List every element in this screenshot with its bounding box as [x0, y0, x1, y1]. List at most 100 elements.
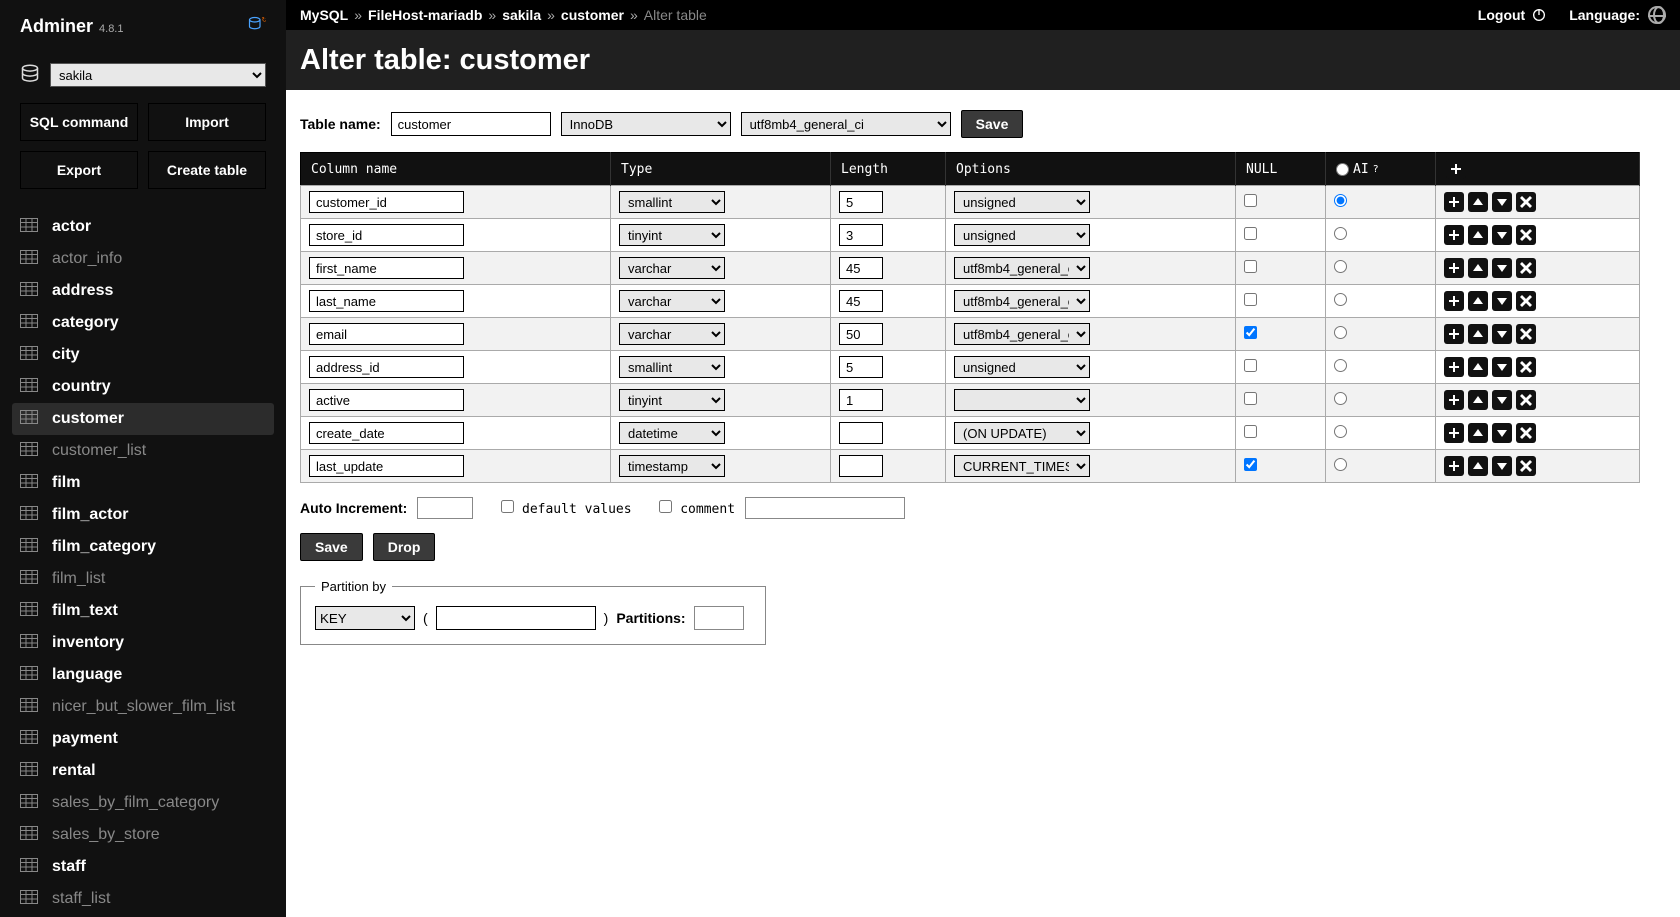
sidebar-table-item[interactable]: customer: [12, 403, 274, 435]
column-type-select[interactable]: tinyint: [619, 389, 725, 411]
sidebar-table-item[interactable]: film: [20, 467, 266, 499]
column-null-checkbox[interactable]: [1244, 260, 1257, 273]
column-null-checkbox[interactable]: [1244, 392, 1257, 405]
row-down-icon[interactable]: [1492, 357, 1512, 377]
column-ai-radio[interactable]: [1334, 227, 1347, 240]
column-null-checkbox[interactable]: [1244, 458, 1257, 471]
import-button[interactable]: Import: [148, 103, 266, 141]
column-options-select[interactable]: (ON UPDATE): [954, 422, 1090, 444]
sidebar-table-item[interactable]: category: [20, 307, 266, 339]
column-type-select[interactable]: varchar: [619, 323, 725, 345]
column-options-select[interactable]: unsigned: [954, 224, 1090, 246]
column-options-select[interactable]: CURRENT_TIMESTAMP: [954, 455, 1090, 477]
row-down-icon[interactable]: [1492, 225, 1512, 245]
column-length-input[interactable]: [839, 422, 883, 444]
row-up-icon[interactable]: [1468, 291, 1488, 311]
row-remove-icon[interactable]: [1516, 225, 1536, 245]
row-add-icon[interactable]: [1444, 192, 1464, 212]
row-up-icon[interactable]: [1468, 423, 1488, 443]
sidebar-table-item[interactable]: address: [20, 275, 266, 307]
column-length-input[interactable]: [839, 389, 883, 411]
row-remove-icon[interactable]: [1516, 192, 1536, 212]
column-options-select[interactable]: [954, 389, 1090, 411]
save-button-bottom[interactable]: Save: [300, 533, 363, 561]
sidebar-table-item[interactable]: nicer_but_slower_film_list: [20, 691, 266, 723]
row-remove-icon[interactable]: [1516, 423, 1536, 443]
partition-type-select[interactable]: KEY: [315, 606, 415, 630]
partitions-count-input[interactable]: [694, 606, 744, 630]
column-name-input[interactable]: [309, 422, 464, 444]
db-sync-icon[interactable]: ↻?: [248, 16, 266, 37]
column-type-select[interactable]: datetime: [619, 422, 725, 444]
create-table-button[interactable]: Create table: [148, 151, 266, 189]
column-ai-radio[interactable]: [1334, 458, 1347, 471]
breadcrumb-item[interactable]: customer: [561, 7, 624, 23]
column-name-input[interactable]: [309, 323, 464, 345]
row-up-icon[interactable]: [1468, 225, 1488, 245]
column-name-input[interactable]: [309, 191, 464, 213]
row-up-icon[interactable]: [1468, 258, 1488, 278]
column-length-input[interactable]: [839, 224, 883, 246]
column-name-input[interactable]: [309, 455, 464, 477]
row-add-icon[interactable]: [1444, 258, 1464, 278]
engine-select[interactable]: InnoDB: [561, 112, 731, 136]
column-null-checkbox[interactable]: [1244, 425, 1257, 438]
breadcrumb-item[interactable]: FileHost-mariadb: [368, 7, 482, 23]
column-options-select[interactable]: unsigned: [954, 356, 1090, 378]
row-add-icon[interactable]: [1444, 357, 1464, 377]
breadcrumb-item[interactable]: MySQL: [300, 7, 348, 23]
sidebar-table-item[interactable]: sales_by_store: [20, 819, 266, 851]
sidebar-table-item[interactable]: staff_list: [20, 883, 266, 915]
row-up-icon[interactable]: [1468, 324, 1488, 344]
partition-expr-input[interactable]: [436, 606, 596, 630]
sidebar-table-item[interactable]: staff: [20, 851, 266, 883]
sidebar-table-item[interactable]: film_category: [20, 531, 266, 563]
sidebar-table-item[interactable]: rental: [20, 755, 266, 787]
row-remove-icon[interactable]: [1516, 456, 1536, 476]
breadcrumb-item[interactable]: sakila: [502, 7, 541, 23]
column-ai-radio[interactable]: [1334, 326, 1347, 339]
row-down-icon[interactable]: [1492, 258, 1512, 278]
logout-link[interactable]: Logout: [1478, 7, 1547, 23]
sidebar-table-item[interactable]: city: [20, 339, 266, 371]
export-button[interactable]: Export: [20, 151, 138, 189]
save-button-top[interactable]: Save: [961, 110, 1024, 138]
row-add-icon[interactable]: [1444, 225, 1464, 245]
column-options-select[interactable]: utf8mb4_general_ci: [954, 290, 1090, 312]
sidebar-table-item[interactable]: film_list: [20, 563, 266, 595]
comment-check[interactable]: comment: [659, 500, 735, 517]
sidebar-table-item[interactable]: inventory: [20, 627, 266, 659]
sidebar-table-item[interactable]: sales_by_film_category: [20, 787, 266, 819]
row-add-icon[interactable]: [1444, 456, 1464, 476]
sidebar-table-item[interactable]: language: [20, 659, 266, 691]
column-length-input[interactable]: [839, 455, 883, 477]
sidebar-table-item[interactable]: film_actor: [20, 499, 266, 531]
row-down-icon[interactable]: [1492, 390, 1512, 410]
column-options-select[interactable]: utf8mb4_general_ci: [954, 323, 1090, 345]
column-name-input[interactable]: [309, 356, 464, 378]
column-options-select[interactable]: utf8mb4_general_ci: [954, 257, 1090, 279]
column-length-input[interactable]: [839, 257, 883, 279]
row-down-icon[interactable]: [1492, 291, 1512, 311]
column-name-input[interactable]: [309, 224, 464, 246]
row-remove-icon[interactable]: [1516, 357, 1536, 377]
row-down-icon[interactable]: [1492, 423, 1512, 443]
column-name-input[interactable]: [309, 257, 464, 279]
database-select[interactable]: sakila: [50, 63, 266, 87]
column-null-checkbox[interactable]: [1244, 194, 1257, 207]
brand[interactable]: Adminer 4.8.1: [20, 16, 123, 37]
column-type-select[interactable]: smallint: [619, 191, 725, 213]
column-ai-radio[interactable]: [1334, 260, 1347, 273]
sidebar-table-item[interactable]: actor_info: [20, 243, 266, 275]
row-up-icon[interactable]: [1468, 390, 1488, 410]
column-ai-radio[interactable]: [1334, 293, 1347, 306]
column-length-input[interactable]: [839, 290, 883, 312]
column-ai-radio[interactable]: [1334, 194, 1347, 207]
sidebar-table-item[interactable]: customer_list: [20, 435, 266, 467]
column-type-select[interactable]: tinyint: [619, 224, 725, 246]
column-null-checkbox[interactable]: [1244, 227, 1257, 240]
drop-button[interactable]: Drop: [373, 533, 436, 561]
row-down-icon[interactable]: [1492, 324, 1512, 344]
column-length-input[interactable]: [839, 323, 883, 345]
row-add-icon[interactable]: [1444, 390, 1464, 410]
